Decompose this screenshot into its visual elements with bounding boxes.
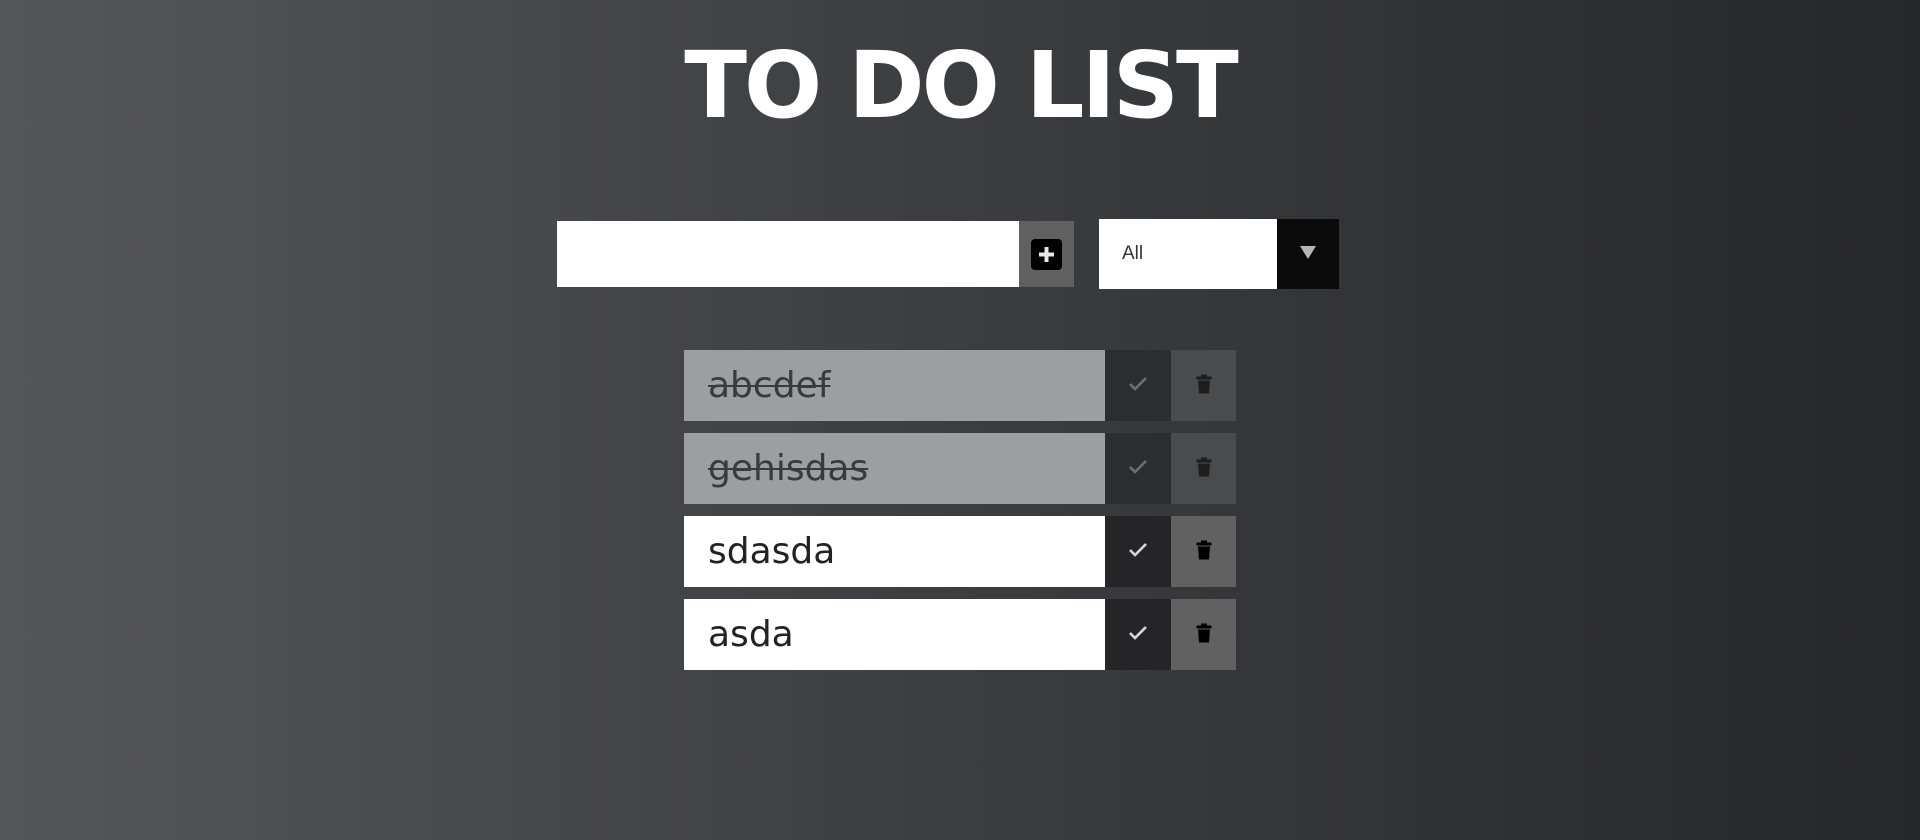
check-icon: [1128, 376, 1148, 396]
todo-text: asda: [684, 599, 1105, 670]
trash-icon: [1196, 623, 1212, 647]
todo-text: sdasda: [684, 516, 1105, 587]
add-task-button[interactable]: [1019, 221, 1074, 287]
complete-button[interactable]: [1105, 433, 1171, 504]
todo-item: gehisdas: [684, 433, 1236, 504]
filter-selected-value: All: [1099, 219, 1277, 289]
plus-icon: [1031, 238, 1062, 270]
check-icon: [1128, 625, 1148, 645]
delete-button[interactable]: [1171, 516, 1236, 587]
todo-text: abcdef: [684, 350, 1105, 421]
check-icon: [1128, 542, 1148, 562]
filter-select[interactable]: All: [1099, 219, 1339, 289]
trash-icon: [1196, 540, 1212, 564]
delete-button[interactable]: [1171, 433, 1236, 504]
todo-list: abcdef gehisdas sdasda asda: [684, 350, 1236, 682]
todo-form: [557, 221, 1074, 287]
complete-button[interactable]: [1105, 599, 1171, 670]
page-title: TO DO LIST: [684, 32, 1238, 139]
todo-item: asda: [684, 599, 1236, 670]
filter-arrow-button[interactable]: [1277, 219, 1339, 289]
check-icon: [1128, 459, 1148, 479]
todo-item: abcdef: [684, 350, 1236, 421]
trash-icon: [1196, 374, 1212, 398]
trash-icon: [1196, 457, 1212, 481]
triangle-down-icon: [1299, 244, 1317, 264]
complete-button[interactable]: [1105, 350, 1171, 421]
task-input[interactable]: [557, 221, 1019, 287]
todo-item: sdasda: [684, 516, 1236, 587]
delete-button[interactable]: [1171, 599, 1236, 670]
delete-button[interactable]: [1171, 350, 1236, 421]
todo-text: gehisdas: [684, 433, 1105, 504]
complete-button[interactable]: [1105, 516, 1171, 587]
